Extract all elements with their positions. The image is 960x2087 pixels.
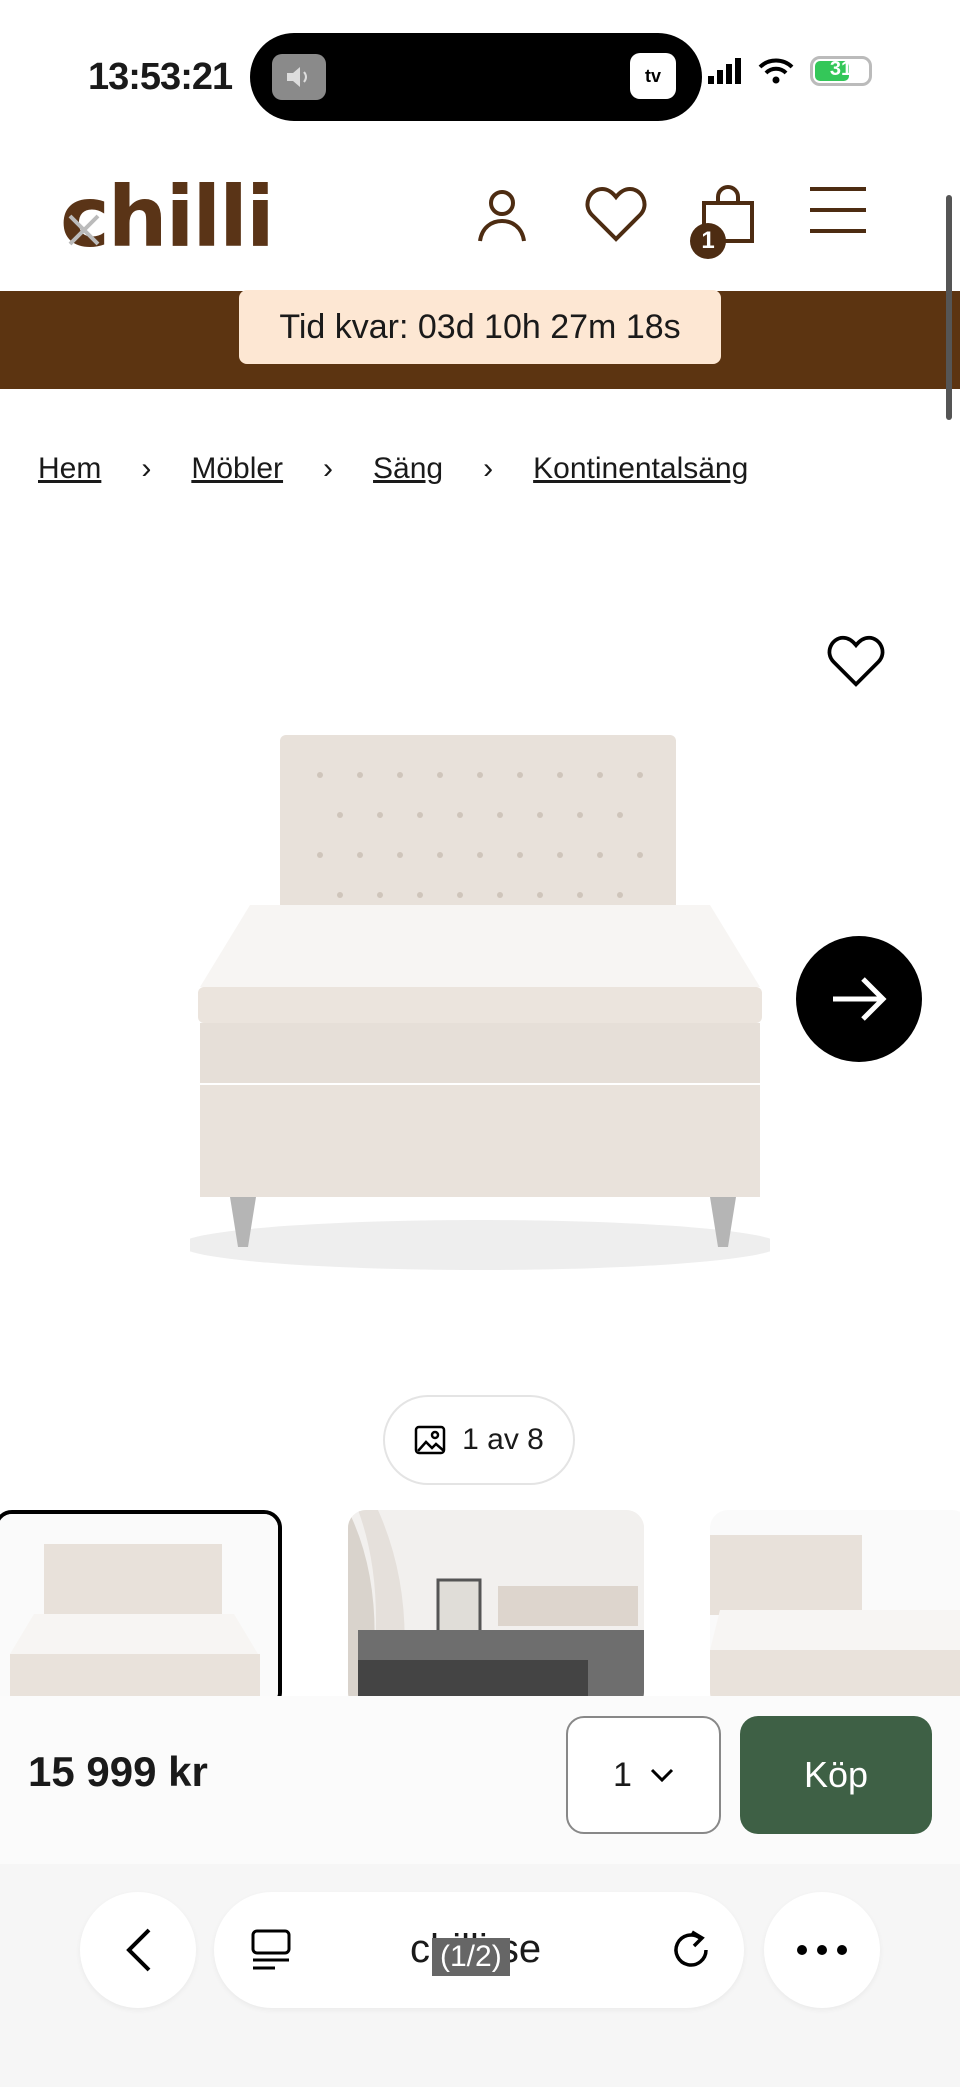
countdown-timer: Tid kvar: 03d 10h 27m 18s [239, 290, 721, 364]
ellipsis-icon [797, 1945, 847, 1955]
image-counter[interactable]: 1 av 8 [383, 1395, 575, 1485]
chevron-left-icon [126, 1928, 151, 1972]
favorite-icon[interactable] [826, 634, 886, 693]
page-indicator: (1/2) [432, 1938, 510, 1976]
cart-icon[interactable]: 1 [690, 185, 756, 259]
wifi-icon [758, 58, 794, 84]
quantity-select[interactable]: 1 [566, 1716, 721, 1834]
buy-button[interactable]: Köp [740, 1716, 932, 1834]
chevron-down-icon [650, 1768, 674, 1782]
signal-icon [708, 58, 741, 84]
wishlist-icon[interactable] [584, 185, 647, 245]
back-button[interactable] [80, 1892, 196, 2008]
thumbnail-1[interactable] [0, 1510, 282, 1696]
apple-tv-icon: tv [630, 53, 676, 99]
product-price: 15 999 kr [28, 1748, 208, 1795]
image-counter-text: 1 av 8 [462, 1423, 544, 1456]
account-icon[interactable] [472, 185, 532, 245]
chevron-right-icon: › [141, 452, 152, 485]
chevron-right-icon: › [323, 452, 334, 485]
thumbnail-2[interactable] [348, 1510, 644, 1696]
chevron-right-icon: › [483, 452, 494, 485]
image-icon [414, 1425, 446, 1455]
reader-icon[interactable] [250, 1928, 292, 1977]
next-image-button[interactable] [796, 936, 922, 1062]
arrow-right-icon [833, 977, 887, 1021]
breadcrumb-continental-bed[interactable]: Kontinentalsäng [533, 452, 748, 486]
dynamic-island: tv [250, 33, 702, 121]
battery-icon: 31 [810, 56, 872, 86]
breadcrumb-home[interactable]: Hem [38, 452, 101, 486]
quantity-value: 1 [613, 1755, 632, 1794]
scrollbar[interactable] [946, 195, 952, 420]
thumbnail-strip [0, 1510, 960, 1696]
status-time: 13:53:21 [88, 56, 233, 98]
reload-icon[interactable] [670, 1926, 714, 1977]
product-image[interactable] [190, 725, 770, 1270]
volume-icon [272, 54, 326, 100]
breadcrumb-bed[interactable]: Säng [373, 452, 443, 486]
menu-icon[interactable] [808, 185, 868, 245]
header-actions: 1 [472, 185, 868, 259]
breadcrumb-furniture[interactable]: Möbler [191, 452, 283, 486]
breadcrumb: Hem › Möbler › Säng › Kontinentalsäng [38, 452, 748, 486]
status-icons: 31 [708, 56, 872, 86]
more-button[interactable] [764, 1892, 880, 2008]
thumbnail-3[interactable] [710, 1510, 960, 1696]
cart-count-badge: 1 [690, 223, 726, 259]
close-icon[interactable] [66, 212, 102, 253]
